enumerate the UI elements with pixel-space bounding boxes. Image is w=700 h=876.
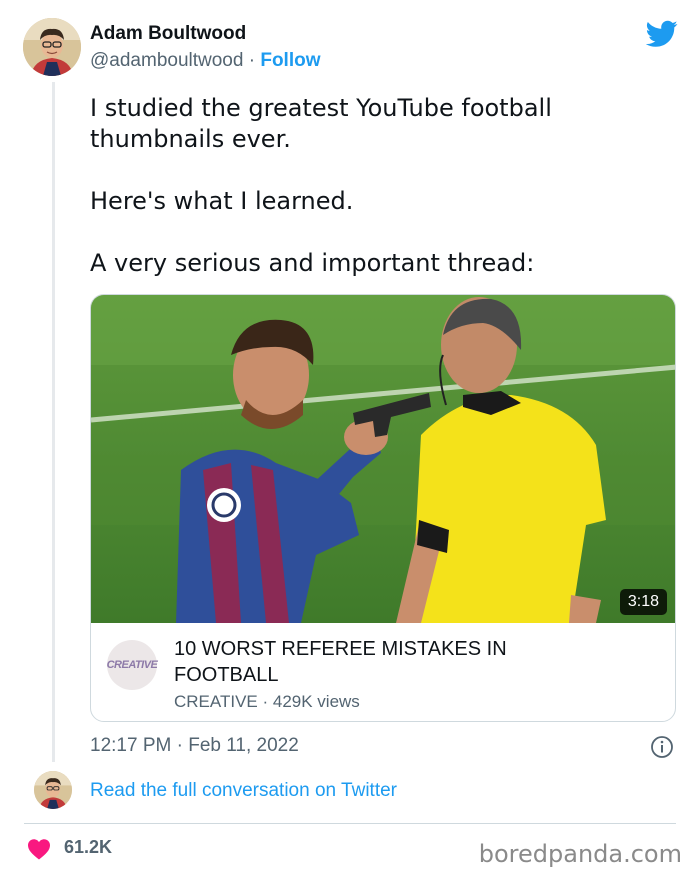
youtube-video-card[interactable]: 3:18 CREATIVE 10 WORST REFEREE MISTAKES … (90, 294, 676, 722)
video-meta: CREATIVE · 429K views (174, 692, 360, 711)
author-name[interactable]: Adam Boultwood (90, 23, 246, 45)
author-handle[interactable]: @adamboultwood (90, 50, 243, 71)
info-icon[interactable] (650, 735, 674, 759)
read-full-conversation-link[interactable]: Read the full conversation on Twitter (90, 780, 397, 802)
author-avatar[interactable] (23, 18, 81, 76)
heart-icon[interactable] (27, 838, 51, 860)
thread-connector (52, 82, 55, 762)
author-avatar-small[interactable] (34, 771, 72, 809)
handle-separator: · (243, 50, 261, 71)
twitter-bird-icon[interactable] (646, 20, 678, 48)
channel-logo[interactable]: CREATIVE (106, 640, 158, 690)
video-thumbnail[interactable] (91, 295, 675, 623)
tweet-paragraph: I studied the greatest YouTube football … (90, 94, 552, 153)
video-title[interactable]: 10 WORST REFEREE MISTAKES IN FOOTBALL (174, 636, 594, 688)
watermark: boredpanda.com (478, 840, 682, 868)
avatar-image (23, 18, 81, 76)
channel-logo-text: CREATIVE (106, 659, 158, 671)
author-handle-row: @adamboultwood · Follow (90, 50, 321, 72)
divider (24, 823, 676, 824)
tweet-body: I studied the greatest YouTube football … (90, 93, 650, 279)
video-duration-badge: 3:18 (619, 589, 667, 615)
tweet-timestamp[interactable]: 12:17 PM · Feb 11, 2022 (90, 735, 299, 757)
avatar-image (34, 771, 72, 809)
like-count: 61.2K (64, 837, 113, 857)
tweet-paragraph: Here's what I learned. (90, 187, 354, 215)
tweet-paragraph: A very serious and important thread: (90, 249, 535, 277)
follow-button[interactable]: Follow (260, 50, 320, 71)
